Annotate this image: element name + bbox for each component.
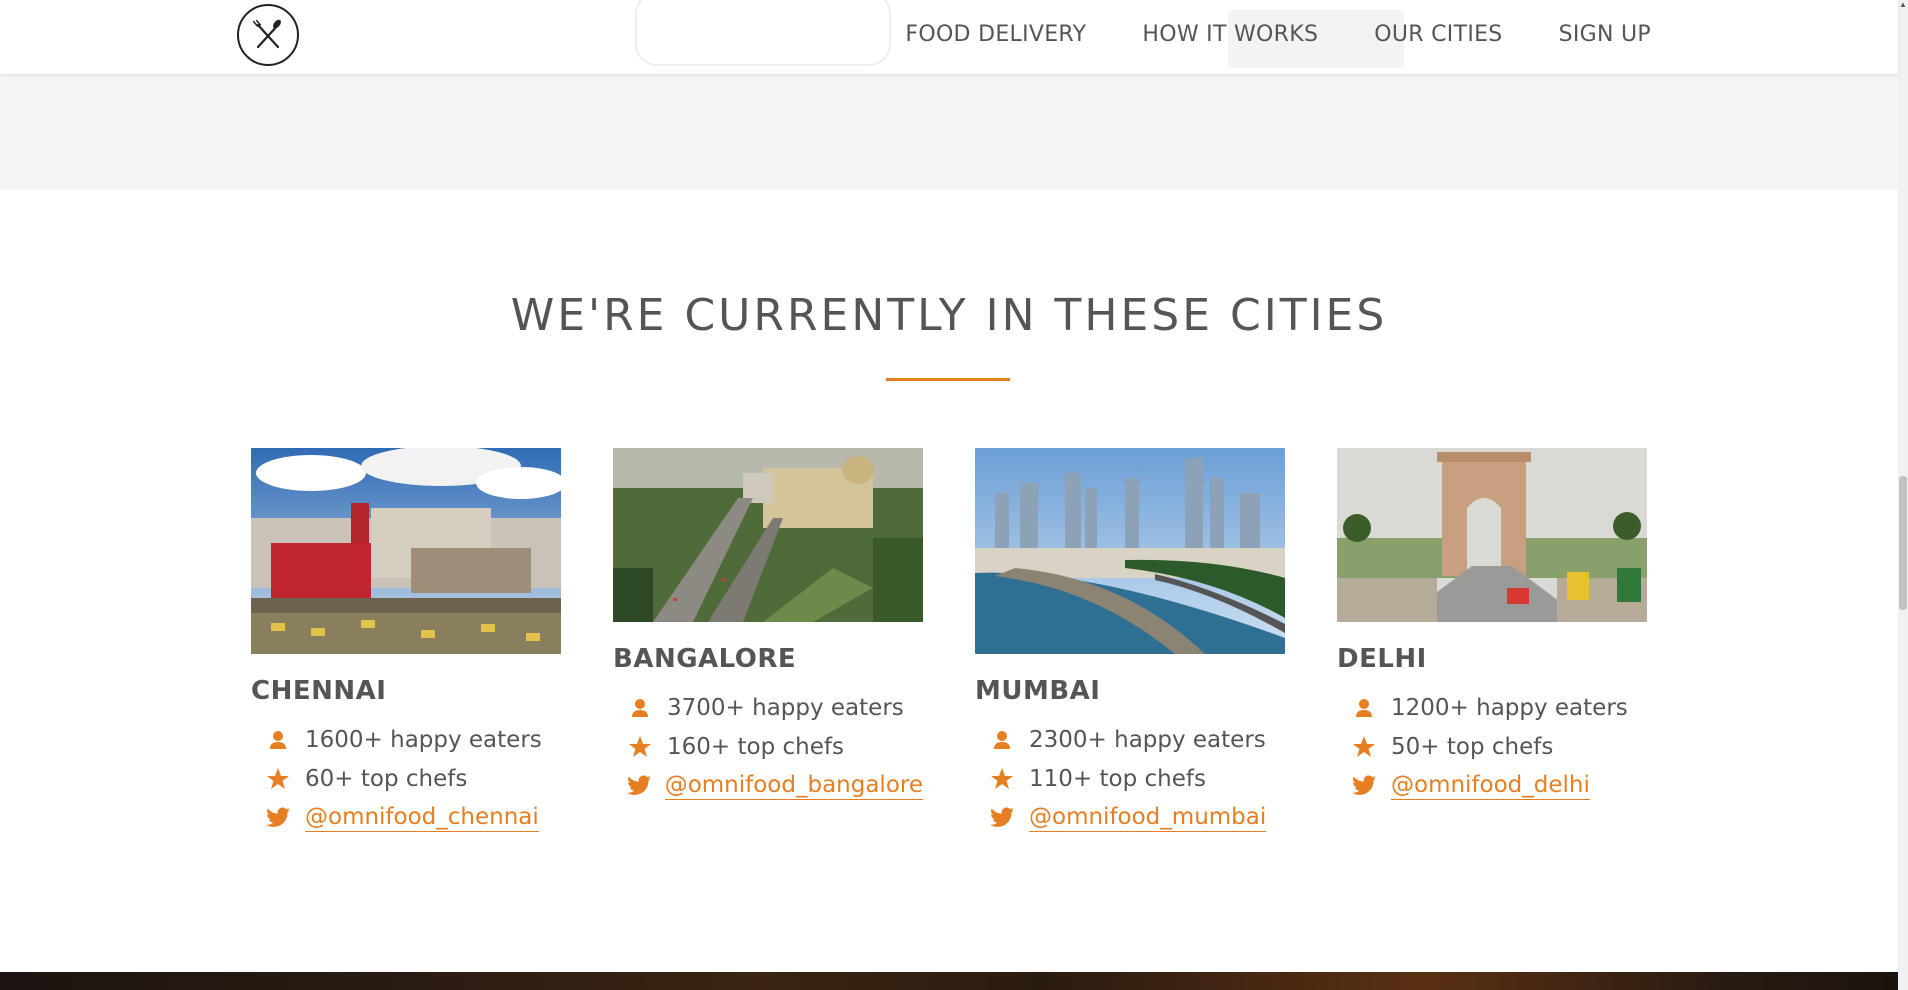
chennai-skyline-image — [251, 448, 561, 654]
star-icon — [975, 767, 1029, 791]
city-photo-delhi — [1337, 448, 1647, 622]
person-icon — [251, 730, 305, 750]
chefs-count: 160+ top chefs — [667, 733, 844, 760]
feature-chefs: 60+ top chefs — [251, 759, 561, 798]
feature-eaters: 1200+ happy eaters — [1337, 688, 1647, 727]
feature-twitter: @omnifood_bangalore — [613, 766, 923, 805]
eaters-count: 2300+ happy eaters — [1029, 726, 1266, 753]
chefs-count: 60+ top chefs — [305, 765, 468, 792]
city-photo-mumbai — [975, 448, 1285, 654]
twitter-icon — [1337, 774, 1391, 797]
delhi-india-gate-image — [1337, 448, 1647, 622]
star-icon — [613, 735, 667, 759]
previous-section-band — [0, 74, 1898, 190]
person-icon — [1337, 698, 1391, 718]
city-name: MUMBAI — [975, 676, 1101, 706]
city-name: BANGALORE — [613, 644, 797, 674]
feature-eaters: 1600+ happy eaters — [251, 720, 561, 759]
next-section-image-strip — [0, 972, 1898, 990]
feature-chefs: 110+ top chefs — [975, 759, 1285, 798]
scroll-thumb[interactable] — [1899, 476, 1907, 610]
star-icon — [1337, 735, 1391, 759]
twitter-icon — [975, 806, 1029, 829]
city-card-bangalore: BANGALORE 3700+ happy eaters 160+ top ch… — [613, 448, 923, 805]
eaters-count: 1600+ happy eaters — [305, 726, 542, 753]
city-name: CHENNAI — [251, 676, 387, 706]
person-icon — [613, 698, 667, 718]
chefs-count: 110+ top chefs — [1029, 765, 1206, 792]
feature-chefs: 160+ top chefs — [613, 727, 923, 766]
feature-twitter: @omnifood_mumbai — [975, 798, 1285, 837]
city-name: DELHI — [1337, 644, 1427, 674]
feature-twitter: @omnifood_delhi — [1337, 766, 1647, 805]
twitter-link[interactable]: @omnifood_chennai — [305, 803, 539, 832]
twitter-icon — [251, 806, 305, 829]
title-divider — [886, 378, 1010, 381]
nav-our-cities[interactable]: OUR CITIES — [1374, 22, 1502, 47]
scroll-up-arrow-icon[interactable]: ▲ — [1899, 0, 1907, 10]
person-icon — [975, 730, 1029, 750]
sticky-navbar: FOOD DELIVERY HOW IT WORKS OUR CITIES SI… — [0, 0, 1898, 74]
feature-chefs: 50+ top chefs — [1337, 727, 1647, 766]
nav-food-delivery[interactable]: FOOD DELIVERY — [905, 22, 1086, 47]
bangalore-aerial-image — [613, 448, 923, 622]
city-card-mumbai: MUMBAI 2300+ happy eaters 110+ top chefs… — [975, 448, 1285, 837]
background-phone-outline — [635, 0, 891, 66]
mumbai-skyline-image — [975, 448, 1285, 654]
main-nav: FOOD DELIVERY HOW IT WORKS OUR CITIES SI… — [905, 22, 1651, 47]
fork-knife-icon — [252, 19, 281, 49]
section-title: WE'RE CURRENTLY IN THESE CITIES — [510, 290, 1388, 341]
scrollbar[interactable]: ▲ — [1898, 0, 1908, 990]
nav-how-it-works[interactable]: HOW IT WORKS — [1142, 22, 1318, 47]
eaters-count: 3700+ happy eaters — [667, 694, 904, 721]
chefs-count: 50+ top chefs — [1391, 733, 1554, 760]
city-photo-bangalore — [613, 448, 923, 622]
city-card-chennai: CHENNAI 1600+ happy eaters 60+ top chefs… — [251, 448, 561, 837]
twitter-link[interactable]: @omnifood_delhi — [1391, 771, 1590, 800]
feature-eaters: 3700+ happy eaters — [613, 688, 923, 727]
city-photo-chennai — [251, 448, 561, 654]
logo[interactable] — [237, 4, 299, 66]
eaters-count: 1200+ happy eaters — [1391, 694, 1628, 721]
twitter-icon — [613, 774, 665, 797]
star-icon — [251, 767, 305, 791]
feature-twitter: @omnifood_chennai — [251, 798, 561, 837]
city-card-delhi: DELHI 1200+ happy eaters 50+ top chefs @… — [1337, 448, 1647, 805]
nav-sign-up[interactable]: SIGN UP — [1559, 22, 1651, 47]
twitter-link[interactable]: @omnifood_mumbai — [1029, 803, 1267, 832]
twitter-link[interactable]: @omnifood_bangalore — [664, 771, 923, 800]
feature-eaters: 2300+ happy eaters — [975, 720, 1285, 759]
